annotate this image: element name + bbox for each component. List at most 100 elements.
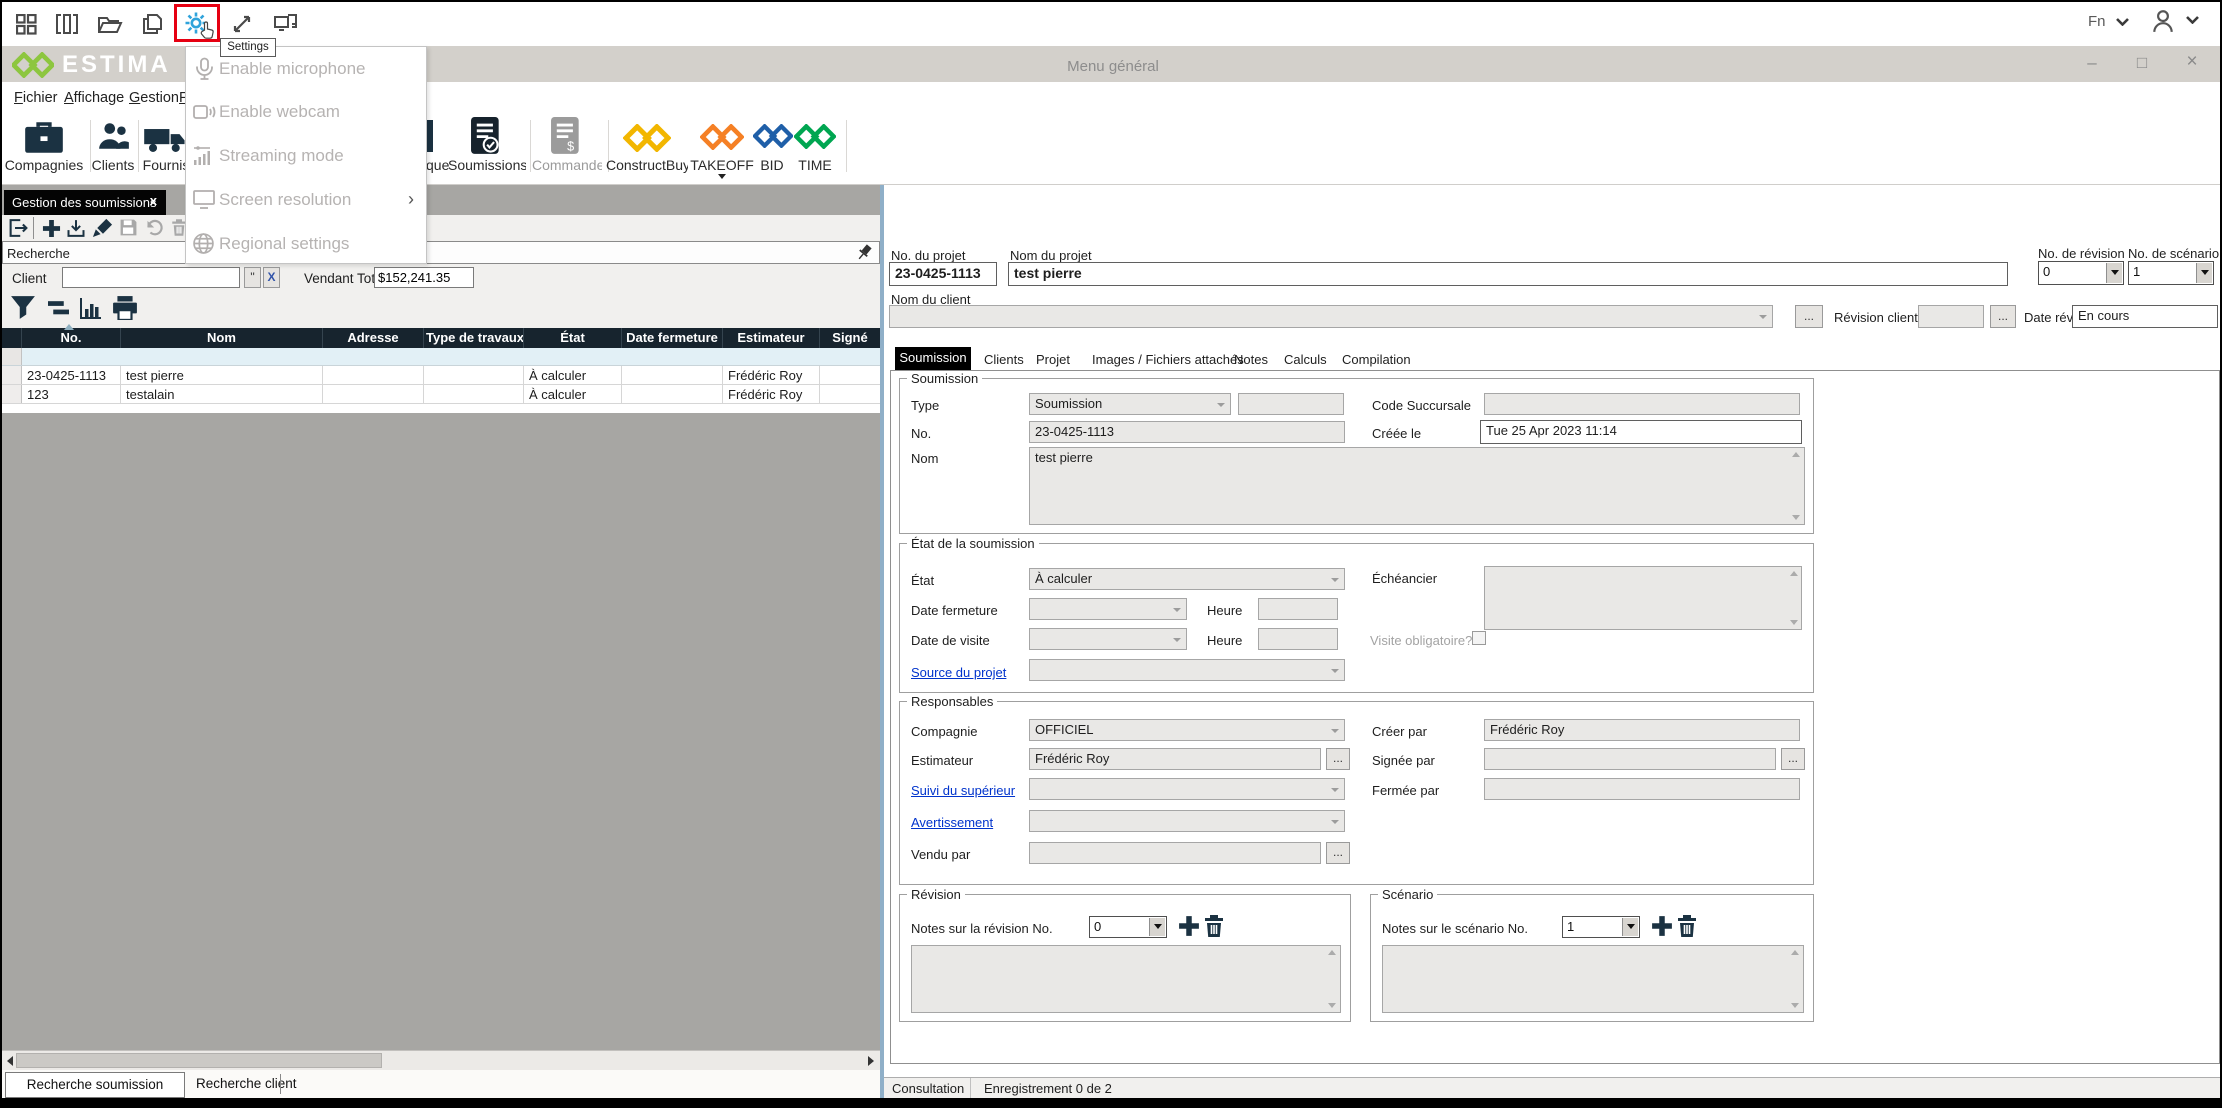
col-nom[interactable]: Nom: [121, 328, 323, 348]
avertissement-link[interactable]: Avertissement: [911, 815, 993, 830]
col-type[interactable]: Type de travaux: [424, 328, 524, 348]
table-filter-row[interactable]: [2, 348, 880, 366]
dropdown-button-icon[interactable]: [1622, 918, 1638, 936]
scroll-up-icon[interactable]: [1790, 571, 1798, 576]
suivi-superieur-link[interactable]: Suivi du supérieur: [911, 783, 1015, 798]
takeoff-dropdown-arrow-icon[interactable]: [718, 174, 726, 179]
maximize-button[interactable]: □: [2124, 53, 2160, 73]
add-scenario-icon[interactable]: [1651, 915, 1673, 937]
no-scenario-select[interactable]: 1: [2128, 261, 2214, 285]
tab-calculs[interactable]: Calculs: [1284, 352, 1327, 367]
signee-par-browse-button[interactable]: ...: [1781, 748, 1805, 770]
notes-revision-select[interactable]: 0: [1089, 916, 1167, 938]
scroll-right-icon[interactable]: [868, 1056, 874, 1066]
estimateur-browse-button[interactable]: ...: [1326, 748, 1350, 770]
dropdown-button-icon[interactable]: [2106, 263, 2122, 283]
vendu-par-browse-button[interactable]: ...: [1326, 842, 1350, 864]
apps-grid-icon[interactable]: [16, 14, 37, 35]
search-panel-header[interactable]: Recherche: [2, 241, 880, 264]
layout-columns-icon[interactable]: [56, 14, 78, 34]
tab-close-icon[interactable]: x: [150, 193, 157, 208]
nom-projet-field[interactable]: test pierre: [1008, 262, 2008, 286]
scroll-down-icon[interactable]: [1792, 515, 1800, 520]
module-constructbuy[interactable]: ConstructBuy: [606, 114, 688, 184]
nom-textarea[interactable]: test pierre: [1029, 447, 1805, 525]
no-projet-label: No. du projet: [891, 248, 965, 263]
fn-menu[interactable]: Fn: [2088, 13, 2129, 30]
revision-client-browse-button[interactable]: ...: [1990, 305, 2016, 328]
table-row[interactable]: 23-0425-1113 test pierre À calculer Fréd…: [2, 366, 880, 385]
menu-item-screen-resolution[interactable]: Screen resolution ›: [186, 178, 426, 221]
tab-gestion-soumissions[interactable]: Gestion des soumissions x: [4, 190, 166, 215]
import-icon[interactable]: [66, 217, 86, 239]
dropdown-button-icon[interactable]: [2196, 263, 2212, 283]
dropdown-button-icon[interactable]: [1149, 918, 1165, 936]
menu-item-enable-webcam[interactable]: Enable webcam: [186, 90, 426, 133]
h-scrollbar[interactable]: [2, 1050, 880, 1070]
filter-funnel-icon[interactable]: [10, 295, 36, 320]
pin-icon[interactable]: [857, 244, 873, 262]
close-button[interactable]: ×: [2174, 51, 2210, 73]
client-quote-button[interactable]: '': [244, 267, 261, 288]
scroll-up-icon[interactable]: [1791, 950, 1799, 955]
scroll-up-icon[interactable]: [1328, 950, 1336, 955]
group-rows-icon[interactable]: [48, 301, 69, 315]
module-time[interactable]: TIME: [788, 114, 842, 184]
tab-recherche-client[interactable]: Recherche client: [196, 1076, 297, 1091]
scroll-down-icon[interactable]: [1328, 1003, 1336, 1008]
module-clients[interactable]: Clients: [90, 114, 136, 184]
col-no[interactable]: No.: [22, 328, 121, 348]
tab-notes[interactable]: Notes: [1234, 352, 1268, 367]
vendant-total-field[interactable]: $152,241.35: [374, 267, 474, 288]
col-etat[interactable]: État: [524, 328, 622, 348]
minimize-button[interactable]: –: [2074, 53, 2110, 73]
no-projet-field[interactable]: 23-0425-1113: [889, 262, 997, 286]
col-date-fermeture[interactable]: Date fermeture: [622, 328, 723, 348]
tab-recherche-soumission[interactable]: Recherche soumission: [5, 1072, 185, 1098]
displays-icon[interactable]: [274, 14, 297, 31]
scroll-down-icon[interactable]: [1791, 1003, 1799, 1008]
tab-soumission[interactable]: Soumission: [895, 347, 971, 370]
exit-icon[interactable]: [8, 217, 29, 239]
open-folder-icon[interactable]: [98, 15, 123, 34]
module-soumissions[interactable]: Soumissions: [448, 114, 526, 184]
table-row[interactable]: 123 testalain À calculer Frédéric Roy: [2, 385, 880, 404]
client-search-input[interactable]: [62, 267, 240, 288]
fullscreen-icon[interactable]: [232, 14, 252, 34]
chart-icon[interactable]: [80, 297, 102, 319]
scroll-up-icon[interactable]: [1792, 452, 1800, 457]
print-icon[interactable]: [112, 296, 138, 320]
nom-client-browse-button[interactable]: ...: [1795, 305, 1823, 328]
menu-item-regional-settings[interactable]: Regional settings: [186, 222, 426, 265]
client-clear-button[interactable]: X: [263, 267, 280, 288]
delete-scenario-icon[interactable]: [1675, 912, 1699, 940]
no-revision-select[interactable]: 0: [2038, 261, 2124, 285]
tab-projet[interactable]: Projet: [1036, 352, 1070, 367]
module-compagnies[interactable]: Compagnies: [2, 114, 86, 184]
tab-clients[interactable]: Clients: [984, 352, 1024, 367]
scroll-down-icon[interactable]: [1790, 620, 1798, 625]
col-estimateur[interactable]: Estimateur: [723, 328, 820, 348]
module-takeoff[interactable]: TAKEOFF: [690, 114, 754, 184]
date-rev-field[interactable]: En cours: [2072, 305, 2218, 328]
col-adresse[interactable]: Adresse: [323, 328, 424, 348]
tab-compilation[interactable]: Compilation: [1342, 352, 1411, 367]
menu-item-streaming-mode[interactable]: Streaming mode: [186, 134, 426, 177]
copy-pages-icon[interactable]: [142, 14, 163, 34]
scroll-left-icon[interactable]: [7, 1056, 13, 1066]
add-icon[interactable]: [42, 219, 61, 238]
notes-scenario-select[interactable]: 1: [1562, 916, 1640, 938]
menu-gestion[interactable]: Gestion: [129, 90, 179, 106]
scroll-thumb[interactable]: [16, 1053, 382, 1068]
settings-button-highlight[interactable]: [174, 4, 220, 42]
add-revision-icon[interactable]: [1178, 915, 1200, 937]
delete-revision-icon[interactable]: [1202, 912, 1226, 940]
user-menu[interactable]: [2150, 8, 2199, 39]
source-projet-link[interactable]: Source du projet: [911, 665, 1006, 680]
cree-le-field[interactable]: Tue 25 Apr 2023 11:14: [1480, 420, 1802, 444]
menu-fichier[interactable]: Fichier: [14, 90, 58, 106]
menu-affichage[interactable]: Affichage: [64, 90, 124, 106]
tab-images-fichiers[interactable]: Images / Fichiers attachés: [1092, 352, 1244, 367]
edit-pencil-icon[interactable]: [92, 217, 113, 238]
col-signe[interactable]: Signé: [820, 328, 880, 348]
